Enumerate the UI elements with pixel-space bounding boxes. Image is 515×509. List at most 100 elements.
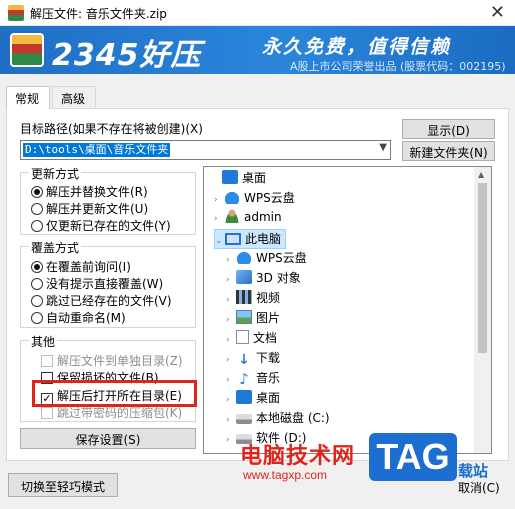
radio-icon <box>31 220 43 232</box>
update-mode-group: 更新方式 解压并替换文件(R) 解压并更新文件(U) 仅更新已存在的文件(Y) <box>20 165 196 235</box>
tree-node[interactable]: › 3D 对象 <box>226 269 301 289</box>
tree-node-label: WPS云盘 <box>256 251 307 265</box>
checkbox-icon <box>41 407 53 419</box>
tab-advanced[interactable]: 高级 <box>52 86 96 108</box>
title-bar: 解压文件: 音乐文件夹.zip ✕ <box>0 0 515 26</box>
tree-node-label: 文档 <box>253 331 278 345</box>
chevron-right-icon[interactable]: › <box>226 375 236 385</box>
cube-icon <box>236 270 252 284</box>
overwrite-option-silent[interactable]: 没有提示直接覆盖(W) <box>31 275 163 293</box>
tree-node[interactable]: › WPS云盘 <box>226 249 307 269</box>
chevron-right-icon[interactable]: › <box>214 195 224 205</box>
watermark-title: 电脑技术网 <box>240 444 356 469</box>
radio-icon <box>31 312 43 324</box>
radio-selected-icon <box>31 261 43 273</box>
update-option-existing[interactable]: 仅更新已存在的文件(Y) <box>31 217 171 235</box>
save-settings-button[interactable]: 保存设置(S) <box>20 428 196 449</box>
tree-node[interactable]: › 文档 <box>226 329 277 349</box>
radio-icon <box>31 278 43 290</box>
switch-light-mode-button[interactable]: 切换至轻巧模式 <box>8 473 118 497</box>
music-icon: ♪ <box>239 370 249 388</box>
chevron-right-icon[interactable]: › <box>226 275 236 285</box>
tree-node[interactable]: › 桌面 <box>226 389 280 409</box>
radio-icon <box>31 295 43 307</box>
tree-node[interactable]: 桌面 <box>212 169 266 189</box>
update-option-update[interactable]: 解压并更新文件(U) <box>31 200 148 218</box>
option-label: 跳过已经存在的文件(V) <box>46 294 172 308</box>
chevron-down-icon[interactable]: ▼ <box>379 142 387 153</box>
chevron-right-icon[interactable]: › <box>214 214 224 224</box>
option-label: 解压并替换文件(R) <box>46 185 148 199</box>
video-icon <box>236 290 252 304</box>
overwrite-option-rename[interactable]: 自动重命名(M) <box>31 309 126 327</box>
option-label: 没有提示直接覆盖(W) <box>46 277 164 291</box>
folder-tree[interactable]: ▲ 桌面 › WPS云盘 › admin ⌄ 此电脑 › WPS云盘 › 3D 对象 › 视… <box>203 166 492 454</box>
new-folder-button[interactable]: 新建文件夹(N) <box>402 141 495 161</box>
tree-node[interactable]: › 视频 <box>226 289 280 309</box>
watermark-suffix: 载站 <box>458 462 489 480</box>
option-label: 仅更新已存在的文件(Y) <box>46 219 171 233</box>
tree-node-label: 此电脑 <box>245 232 282 246</box>
logo-icon <box>10 33 44 67</box>
tree-node-label: 本地磁盘 (C:) <box>256 411 330 425</box>
checkbox-icon <box>41 372 53 384</box>
cloud-icon <box>224 190 240 204</box>
close-icon[interactable]: ✕ <box>490 2 505 23</box>
option-keep-broken[interactable]: 保留损坏的文件(B) <box>41 369 159 387</box>
option-skip-password: 跳过带密码的压缩包(K) <box>41 404 182 422</box>
option-extract-separate: 解压文件到单独目录(Z) <box>41 352 183 370</box>
chevron-right-icon[interactable]: › <box>226 315 236 325</box>
radio-icon <box>31 203 43 215</box>
update-option-replace[interactable]: 解压并替换文件(R) <box>31 183 148 201</box>
chevron-right-icon[interactable]: › <box>226 295 236 305</box>
other-options-group: 其他 解压文件到单独目录(Z) 保留损坏的文件(B) ✓ 解压后打开所在目录(E)… <box>20 333 196 422</box>
app-icon <box>8 5 24 21</box>
desktop-icon <box>236 390 252 404</box>
tree-node[interactable]: › WPS云盘 <box>214 189 295 209</box>
tree-node-label: WPS云盘 <box>244 191 295 205</box>
target-path-input[interactable]: D:\tools\桌面\音乐文件夹 ▼ <box>20 140 391 160</box>
chevron-right-icon[interactable]: › <box>226 415 236 425</box>
tree-node[interactable]: › ↓ 下载 <box>226 349 280 369</box>
desktop-icon <box>222 170 238 184</box>
tree-node[interactable]: › admin <box>214 209 282 229</box>
chevron-right-icon[interactable]: › <box>226 395 236 405</box>
chevron-right-icon[interactable]: › <box>226 255 236 265</box>
tab-general[interactable]: 常规 <box>6 86 50 109</box>
option-label: 跳过带密码的压缩包(K) <box>57 406 183 420</box>
tree-scrollbar[interactable]: ▲ <box>474 167 491 453</box>
tree-node[interactable]: › 本地磁盘 (C:) <box>226 409 330 429</box>
show-button[interactable]: 显示(D) <box>402 119 495 139</box>
tree-node-label: 桌面 <box>256 391 281 405</box>
slogan: 永久免费，值得信赖 <box>262 36 452 58</box>
picture-icon <box>236 310 252 324</box>
target-path-label: 目标路径(如果不存在将被创建)(X) <box>20 122 203 136</box>
tree-node-label: 音乐 <box>256 371 281 385</box>
disk-icon <box>236 414 252 424</box>
chevron-right-icon[interactable]: › <box>226 435 236 445</box>
update-mode-title: 更新方式 <box>29 165 82 182</box>
overwrite-option-ask[interactable]: 在覆盖前询问(I) <box>31 258 131 276</box>
overwrite-option-skip[interactable]: 跳过已经存在的文件(V) <box>31 292 172 310</box>
tree-node-label: 桌面 <box>242 171 267 185</box>
tree-node[interactable]: › ♪ 音乐 <box>226 369 280 389</box>
option-label: 保留损坏的文件(B) <box>57 371 159 385</box>
tree-node-label: 图片 <box>256 311 281 325</box>
chevron-down-icon[interactable]: ⌄ <box>215 236 225 246</box>
chevron-right-icon[interactable]: › <box>226 335 236 345</box>
option-open-folder[interactable]: ✓ 解压后打开所在目录(E) <box>41 387 182 405</box>
option-label: 解压文件到单独目录(Z) <box>57 354 183 368</box>
overwrite-mode-title: 覆盖方式 <box>29 239 82 256</box>
brand-name: 2345好压 <box>52 38 202 73</box>
scroll-up-icon[interactable]: ▲ <box>478 170 484 179</box>
cancel-button[interactable]: 取消(C) <box>458 479 500 496</box>
option-label: 解压并更新文件(U) <box>46 202 149 216</box>
tree-node[interactable]: › 图片 <box>226 309 280 329</box>
watermark-url: www.tagxp.com <box>243 468 328 482</box>
tree-node-selected[interactable]: ⌄ 此电脑 <box>214 229 287 249</box>
checkbox-icon <box>41 355 53 367</box>
chevron-right-icon[interactable]: › <box>226 355 236 365</box>
person-icon <box>224 209 240 223</box>
scroll-thumb[interactable] <box>478 183 487 353</box>
window-title: 解压文件: 音乐文件夹.zip <box>30 7 167 21</box>
